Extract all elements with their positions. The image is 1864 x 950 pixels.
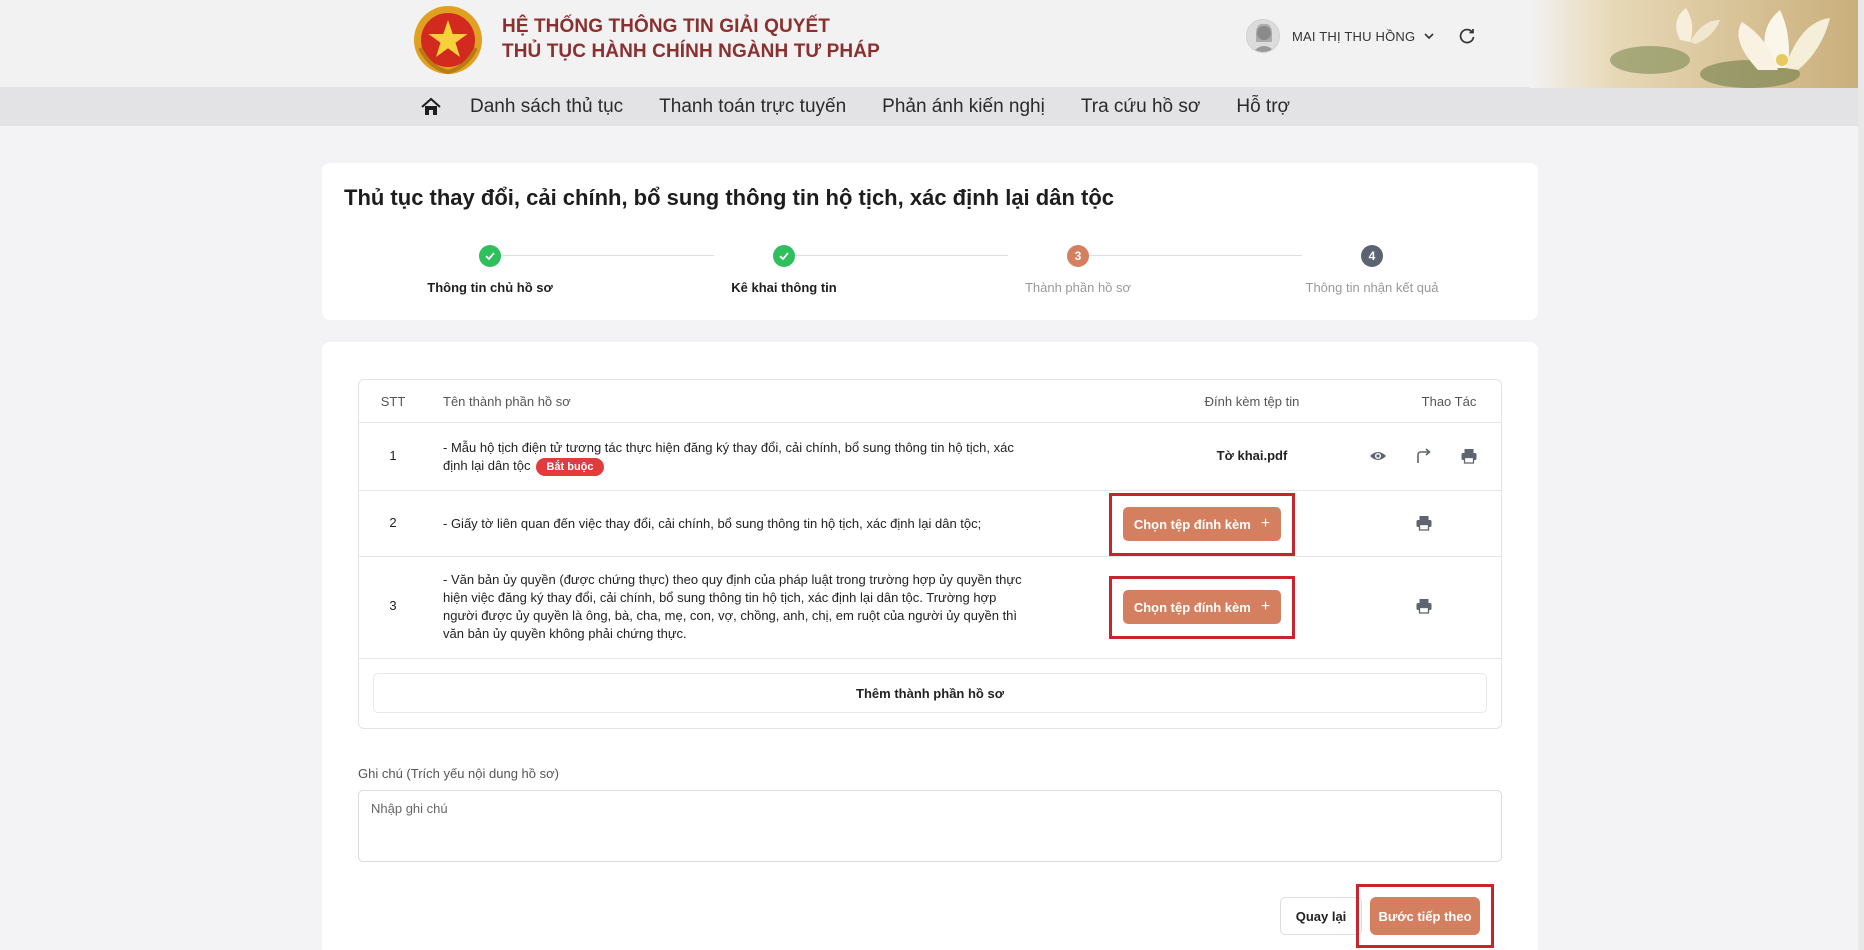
lotus-banner-image <box>1530 0 1864 88</box>
user-avatar-icon <box>1252 23 1276 52</box>
required-badge: Bắt buộc <box>536 458 604 476</box>
note-label: Ghi chú (Trích yếu nội dung hồ sơ) <box>358 766 559 781</box>
column-header-name: Tên thành phần hồ sơ <box>443 394 571 409</box>
nav-item-lookup[interactable]: Tra cứu hồ sơ <box>1081 96 1201 118</box>
chevron-down-icon[interactable] <box>1423 30 1435 42</box>
home-icon[interactable] <box>420 96 442 118</box>
step-4: 4 Thông tin nhận kết quả <box>1272 245 1472 295</box>
forward-icon[interactable] <box>1415 447 1433 465</box>
step-2: Kê khai thông tin <box>684 245 884 295</box>
user-name[interactable]: MAI THỊ THU HỒNG <box>1292 29 1415 44</box>
row-2-stt: 2 <box>389 515 397 530</box>
step-label: Kê khai thông tin <box>731 280 837 295</box>
next-step-button[interactable]: Bước tiếp theo <box>1370 897 1480 935</box>
choose-attachment-label: Chọn tệp đính kèm <box>1133 599 1251 615</box>
attached-file-link[interactable]: Tờ khai.pdf <box>1141 448 1363 463</box>
column-header-stt: STT <box>380 394 406 409</box>
site-title: HỆ THỐNG THÔNG TIN GIẢI QUYẾT THỦ TỤC HÀ… <box>502 14 880 64</box>
nav-item-support[interactable]: Hỗ trợ <box>1236 96 1290 118</box>
row-divider <box>359 490 1501 491</box>
user-menu[interactable]: MAI THỊ THU HỒNG <box>1246 18 1477 54</box>
row-1-stt: 1 <box>389 448 397 463</box>
choose-attachment-button[interactable]: Chọn tệp đính kèm + <box>1123 507 1281 541</box>
step-3: 3 Thành phần hồ sơ <box>978 245 1178 295</box>
plus-icon: + <box>1260 598 1271 615</box>
add-document-button[interactable]: Thêm thành phần hồ sơ <box>373 673 1487 713</box>
eye-icon[interactable] <box>1369 447 1387 465</box>
print-icon[interactable] <box>1415 514 1433 532</box>
site-title-line2: THỦ TỤC HÀNH CHÍNH NGÀNH TƯ PHÁP <box>502 41 880 62</box>
page-title: Thủ tục thay đổi, cải chính, bổ sung thô… <box>344 185 1114 210</box>
nav-item-feedback[interactable]: Phản ánh kiến nghị <box>882 96 1045 118</box>
choose-attachment-label: Chọn tệp đính kèm <box>1133 516 1251 532</box>
nav-item-procedure-list[interactable]: Danh sách thủ tục <box>470 96 623 118</box>
national-emblem-icon <box>414 6 482 75</box>
step-label: Thông tin chủ hồ sơ <box>427 280 553 295</box>
procedure-header-card: Thủ tục thay đổi, cải chính, bổ sung thô… <box>322 163 1538 320</box>
step-label: Thông tin nhận kết quả <box>1305 280 1439 295</box>
avatar[interactable] <box>1246 19 1280 53</box>
main-nav: Danh sách thủ tục Thanh toán trực tuyến … <box>0 88 1858 126</box>
column-header-actions: Thao Tác <box>1421 394 1477 409</box>
row-divider <box>359 658 1501 659</box>
note-input[interactable] <box>358 790 1502 862</box>
step-number: 4 <box>1361 245 1383 267</box>
row-divider <box>359 422 1501 423</box>
row-2-name: - Giấy tờ liên quan đến việc thay đổi, c… <box>443 516 982 531</box>
row-1-name-text: - Mẫu hộ tịch điện tử tương tác thực hiệ… <box>443 440 1014 473</box>
row-3-name: - Văn bản ủy quyền (được chứng thực) the… <box>443 572 1022 641</box>
column-header-attach: Đính kèm tệp tin <box>1204 394 1300 409</box>
documents-card: STT Tên thành phần hồ sơ Đính kèm tệp ti… <box>322 342 1538 950</box>
choose-attachment-button[interactable]: Chọn tệp đính kèm + <box>1123 590 1281 624</box>
row-3-stt: 3 <box>389 598 397 613</box>
step-number: 3 <box>1067 245 1089 267</box>
refresh-icon[interactable] <box>1457 26 1477 46</box>
site-header: HỆ THỐNG THÔNG TIN GIẢI QUYẾT THỦ TỤC HÀ… <box>0 0 1864 88</box>
check-icon <box>773 245 795 267</box>
print-icon[interactable] <box>1460 447 1478 465</box>
plus-icon: + <box>1260 515 1271 532</box>
nav-item-online-payment[interactable]: Thanh toán trực tuyến <box>659 96 846 118</box>
row-1-name: - Mẫu hộ tịch điện tử tương tác thực hiệ… <box>443 439 1023 476</box>
page-scrollbar[interactable] <box>1858 0 1864 950</box>
step-label: Thành phần hồ sơ <box>1024 280 1132 295</box>
nav-items: Danh sách thủ tục Thanh toán trực tuyến … <box>420 88 1326 126</box>
print-icon[interactable] <box>1415 597 1433 615</box>
step-1: Thông tin chủ hồ sơ <box>390 245 590 295</box>
row-divider <box>359 556 1501 557</box>
back-button[interactable]: Quay lại <box>1280 897 1362 935</box>
documents-table: STT Tên thành phần hồ sơ Đính kèm tệp ti… <box>358 379 1502 729</box>
site-title-line1: HỆ THỐNG THÔNG TIN GIẢI QUYẾT <box>502 16 831 37</box>
check-icon <box>479 245 501 267</box>
